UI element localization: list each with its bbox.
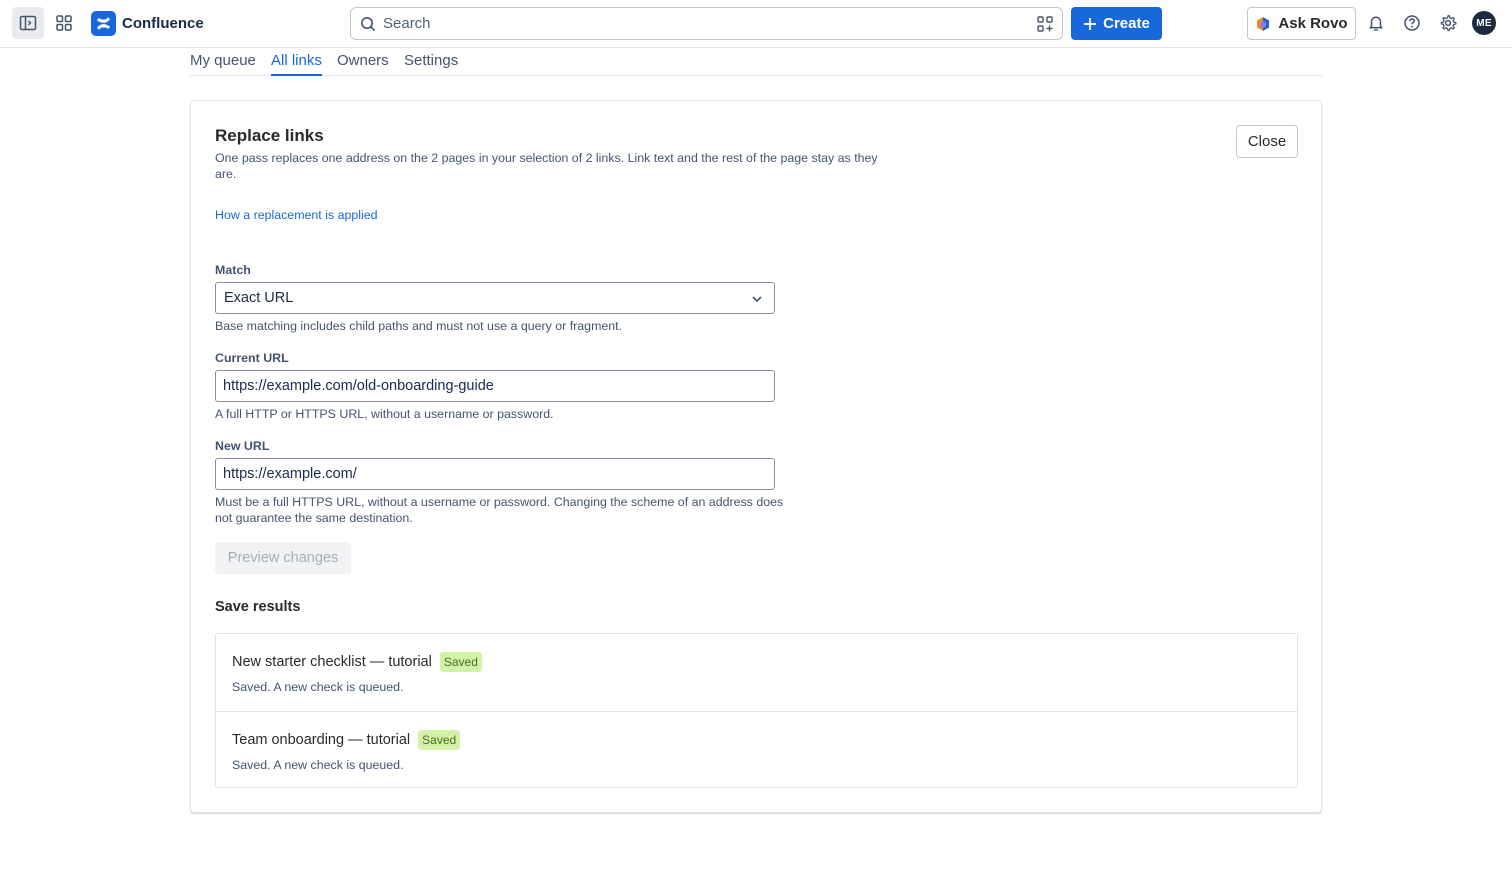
match-select-value: Exact URL bbox=[224, 290, 294, 306]
tab-all-links[interactable]: All links bbox=[271, 52, 322, 76]
replace-links-panel: Replace links One pass replaces one addr… bbox=[190, 100, 1322, 813]
current-url-field[interactable] bbox=[215, 370, 775, 402]
rovo-icon bbox=[1257, 16, 1270, 31]
result-status-text: Saved. A new check is queued. bbox=[232, 680, 404, 694]
status-badge: Saved bbox=[418, 730, 461, 750]
list-item: New starter checklist — tutorial Saved S… bbox=[216, 634, 1297, 711]
plus-icon bbox=[1084, 17, 1097, 30]
match-label: Match bbox=[215, 263, 251, 277]
result-page-name[interactable]: Team onboarding — tutorial bbox=[232, 732, 410, 748]
result-title: New starter checklist — tutorial Saved bbox=[232, 652, 482, 672]
save-results-title: Save results bbox=[215, 599, 301, 615]
match-select[interactable]: Exact URL bbox=[215, 282, 775, 314]
result-title: Team onboarding — tutorial Saved bbox=[232, 730, 461, 750]
confluence-logo-icon bbox=[91, 11, 116, 36]
search-filters-icon[interactable] bbox=[1036, 15, 1054, 33]
top-navigation-bar: Confluence Create Ask Rovo bbox=[0, 0, 1512, 48]
status-badge: Saved bbox=[439, 652, 482, 672]
result-status-text: Saved. A new check is queued. bbox=[232, 758, 404, 772]
close-button[interactable]: Close bbox=[1236, 125, 1298, 158]
confluence-logo[interactable]: Confluence bbox=[91, 11, 204, 36]
app-grid-icon bbox=[56, 15, 72, 31]
app-name: Confluence bbox=[122, 15, 204, 32]
list-item: Team onboarding — tutorial Saved Saved. … bbox=[216, 711, 1297, 788]
help-button[interactable] bbox=[1396, 7, 1428, 39]
current-url-input[interactable] bbox=[216, 371, 774, 401]
search-input[interactable] bbox=[383, 8, 1023, 39]
page-tabs: My queue All links Owners Settings bbox=[190, 48, 1322, 76]
panel-title: Replace links bbox=[215, 126, 324, 145]
new-url-label: New URL bbox=[215, 439, 270, 453]
sidebar-toggle-icon bbox=[19, 15, 37, 31]
bell-icon bbox=[1369, 16, 1383, 31]
new-url-input[interactable] bbox=[216, 459, 774, 489]
create-button[interactable]: Create bbox=[1071, 7, 1162, 40]
user-avatar[interactable]: ME bbox=[1472, 11, 1496, 35]
tab-my-queue[interactable]: My queue bbox=[190, 52, 256, 69]
ask-rovo-button[interactable]: Ask Rovo bbox=[1247, 7, 1356, 40]
current-url-help-text: A full HTTP or HTTPS URL, without a user… bbox=[215, 407, 554, 421]
match-help-text: Base matching includes child paths and m… bbox=[215, 319, 623, 333]
create-button-label: Create bbox=[1103, 15, 1150, 32]
tab-owners[interactable]: Owners bbox=[337, 52, 389, 69]
app-switcher-button[interactable] bbox=[48, 7, 80, 39]
notifications-button[interactable] bbox=[1360, 7, 1392, 39]
search-bar[interactable] bbox=[350, 7, 1063, 40]
new-url-field[interactable] bbox=[215, 458, 775, 490]
ask-rovo-label: Ask Rovo bbox=[1278, 15, 1348, 32]
help-icon bbox=[1404, 15, 1420, 31]
new-url-help-text: Must be a full HTTPS URL, without a user… bbox=[215, 495, 784, 525]
sidebar-toggle-button[interactable] bbox=[12, 7, 44, 39]
current-url-label: Current URL bbox=[215, 351, 289, 365]
replacement-help-link[interactable]: How a replacement is applied bbox=[215, 208, 378, 222]
save-results-list: New starter checklist — tutorial Saved S… bbox=[215, 633, 1298, 788]
preview-changes-button[interactable]: Preview changes bbox=[215, 542, 351, 574]
settings-button[interactable] bbox=[1432, 7, 1464, 39]
gear-icon bbox=[1440, 15, 1457, 32]
search-icon bbox=[361, 17, 376, 32]
result-page-name[interactable]: New starter checklist — tutorial bbox=[232, 654, 432, 670]
chevron-down-icon bbox=[752, 296, 762, 303]
panel-description: One pass replaces one address on the 2 p… bbox=[215, 151, 878, 181]
tab-settings[interactable]: Settings bbox=[404, 52, 458, 69]
